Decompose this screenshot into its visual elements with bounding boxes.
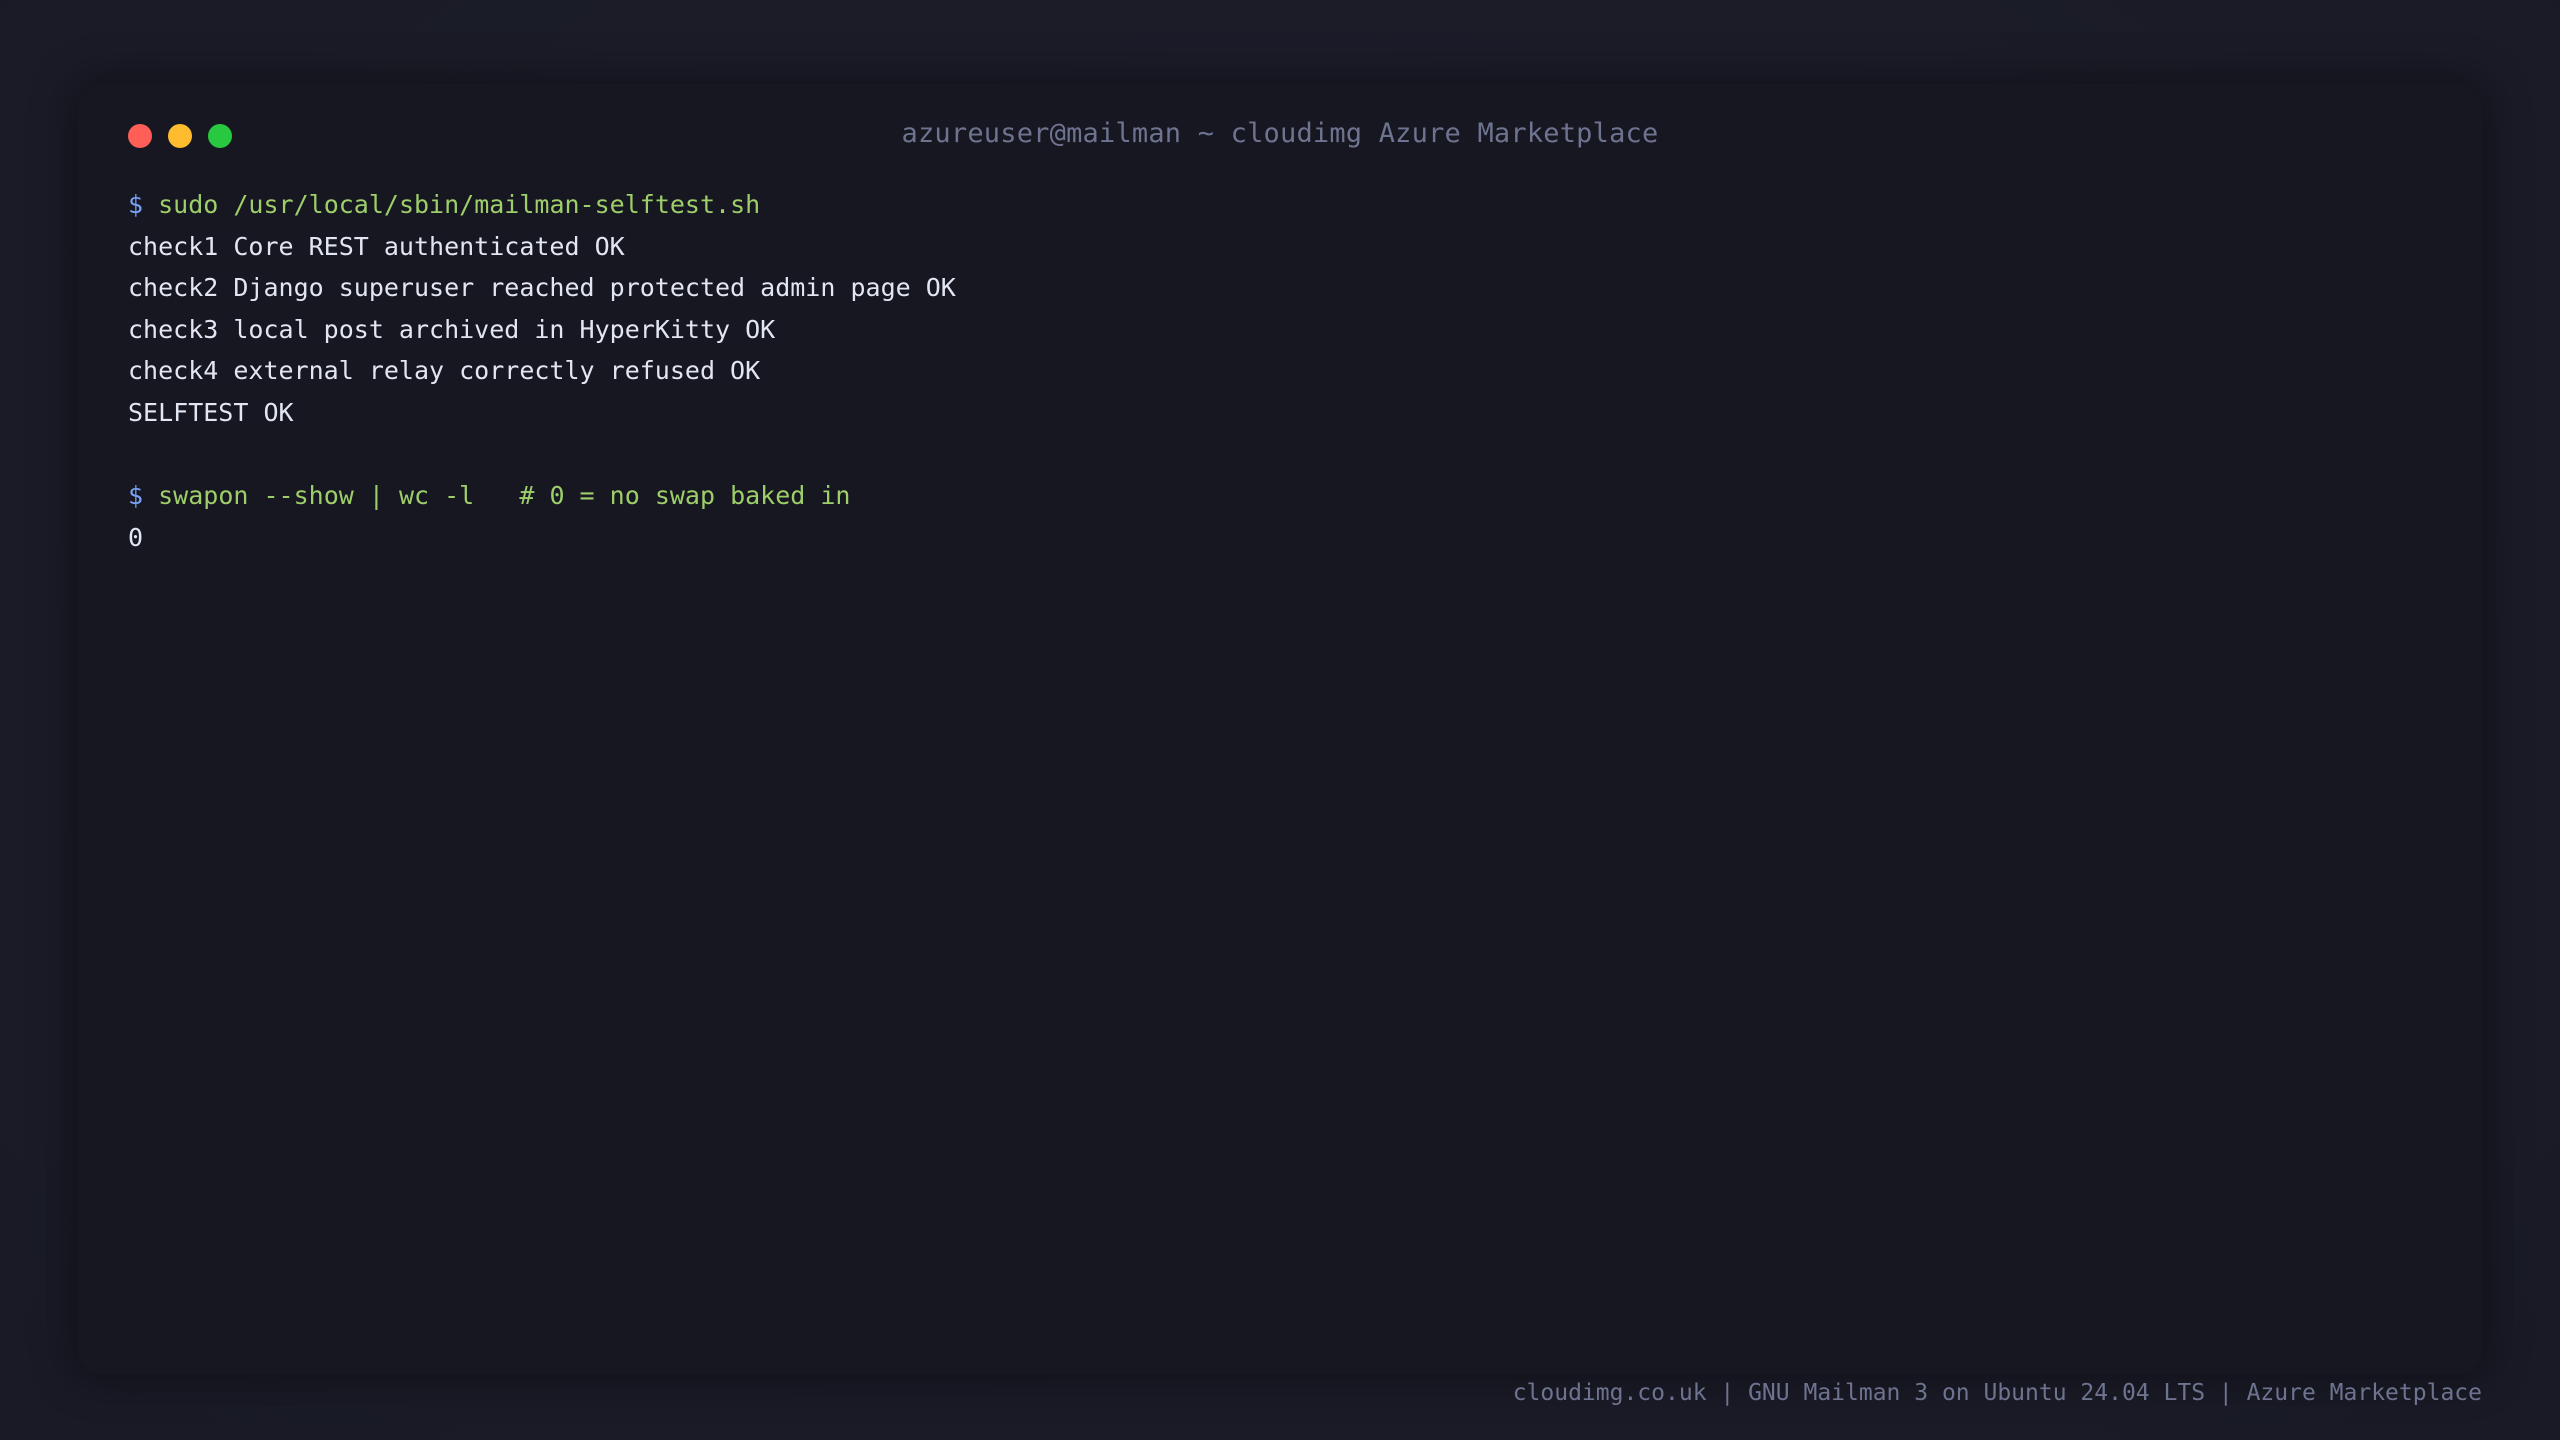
desktop-background: azureuser@mailman ~ cloudimg Azure Marke…: [0, 0, 2560, 1440]
output-line: check3 local post archived in HyperKitty…: [128, 314, 776, 344]
command-text: swapon --show | wc -l # 0 = no swap bake…: [158, 481, 851, 511]
output-line: check1 Core REST authenticated OK: [128, 231, 625, 261]
output-line: SELFTEST OK: [128, 397, 294, 427]
window-title: azureuser@mailman ~ cloudimg Azure Marke…: [901, 118, 1659, 149]
terminal-output[interactable]: $ sudo /usr/local/sbin/mailman-selftest.…: [128, 184, 2432, 558]
output-line: check4 external relay correctly refused …: [128, 356, 761, 386]
terminal-titlebar[interactable]: azureuser@mailman ~ cloudimg Azure Marke…: [78, 84, 2482, 188]
prompt-symbol: $: [128, 190, 144, 219]
command-text: sudo /usr/local/sbin/mailman-selftest.sh: [158, 190, 761, 219]
command-line: $ sudo /usr/local/sbin/mailman-selftest.…: [128, 184, 2432, 226]
output-line: check2 Django superuser reached protecte…: [128, 273, 956, 303]
prompt-symbol: $: [128, 481, 144, 511]
output-line: 0: [128, 522, 144, 552]
command-line: $ swapon --show | wc -l # 0 = no swap ba…: [128, 475, 2432, 517]
terminal-window[interactable]: azureuser@mailman ~ cloudimg Azure Marke…: [78, 84, 2482, 1374]
footer-caption: cloudimg.co.uk | GNU Mailman 3 on Ubuntu…: [1512, 1380, 2482, 1406]
